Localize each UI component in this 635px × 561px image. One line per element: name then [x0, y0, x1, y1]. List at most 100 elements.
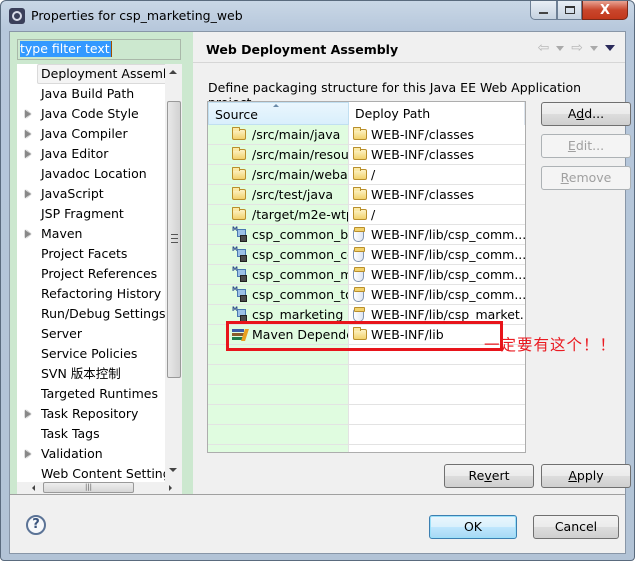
tree-item-label: SVN 版本控制	[41, 366, 121, 381]
deploy-path-text: WEB-INF/lib/csp_market...	[371, 307, 525, 322]
help-icon[interactable]: ?	[26, 515, 46, 535]
tree-item[interactable]: Java Editor	[17, 144, 165, 164]
back-dropdown-icon[interactable]	[556, 45, 565, 51]
source-cell: /src/main/resources	[208, 145, 349, 164]
tree-item[interactable]: Targeted Runtimes	[17, 384, 165, 404]
scroll-up-icon[interactable]	[169, 70, 177, 74]
source-cell: /src/main/webapp	[208, 165, 349, 184]
page-title: Web Deployment Assembly	[206, 42, 399, 57]
tree-item[interactable]: Java Build Path	[17, 84, 165, 104]
apply-mnemonic: A	[568, 468, 577, 483]
empty-cell	[349, 405, 525, 424]
table-row[interactable]: Mcsp_common_tools WEB-INF/lib/csp_comm...	[208, 285, 525, 305]
add-button[interactable]: Add...	[541, 102, 631, 126]
tree-item[interactable]: Project Facets	[17, 244, 165, 264]
tree-item-label: Java Compiler	[41, 126, 128, 141]
tree-item[interactable]: SVN 版本控制	[17, 364, 165, 384]
filter-text: type filter text	[20, 41, 112, 57]
deploy-path-cell: WEB-INF/lib/csp_comm...	[349, 245, 525, 264]
hscroll-thumb[interactable]: |||	[43, 482, 134, 493]
expand-arrow-icon[interactable]	[25, 230, 31, 238]
folder-icon	[353, 147, 367, 160]
source-cell: Mcsp_common_base	[208, 225, 349, 244]
tree-item-label: Maven	[41, 226, 83, 241]
cancel-button[interactable]: Cancel	[533, 515, 619, 539]
tree-item[interactable]: Java Code Style	[17, 104, 165, 124]
expand-arrow-icon[interactable]	[25, 410, 31, 418]
tree-item[interactable]: JSP Fragment	[17, 204, 165, 224]
table-row[interactable]: Mcsp_common_model WEB-INF/lib/csp_comm...	[208, 265, 525, 285]
column-header-deploy-path[interactable]: Deploy Path	[349, 102, 525, 125]
table-row[interactable]: /src/main/resources WEB-INF/classes	[208, 145, 525, 165]
tree-item[interactable]: Run/Debug Settings	[17, 304, 165, 324]
table-row[interactable]: /src/test/java WEB-INF/classes	[208, 185, 525, 205]
expand-arrow-icon[interactable]	[25, 190, 31, 198]
revert-button[interactable]: Revert	[444, 464, 534, 488]
edit-button[interactable]: Edit...	[541, 134, 631, 158]
empty-table-row	[208, 385, 525, 405]
table-row[interactable]: /src/main/java WEB-INF/classes	[208, 125, 525, 145]
source-cell: /target/m2e-wtp/web-resources	[208, 205, 349, 224]
deployment-table: Source Deploy Path /src/main/java WEB-INF…	[207, 101, 526, 453]
tree-item[interactable]: Web Content Settings	[17, 464, 165, 482]
column-header-source[interactable]: Source	[208, 102, 349, 125]
column-header-deploy-label: Deploy Path	[355, 106, 431, 121]
table-row[interactable]: Mcsp_common_core WEB-INF/lib/csp_comm...	[208, 245, 525, 265]
source-cell: /src/test/java	[208, 185, 349, 204]
scroll-down-icon[interactable]	[169, 468, 177, 472]
source-text: csp_marketing_service	[252, 307, 349, 322]
deploy-path-cell: WEB-INF/lib/csp_comm...	[349, 225, 525, 244]
jar-icon	[353, 267, 365, 282]
tree-item-label: Run/Debug Settings	[41, 306, 165, 321]
tree-item[interactable]: Task Repository	[17, 404, 165, 424]
ok-button[interactable]: OK	[429, 515, 517, 539]
deploy-path-cell: /	[349, 165, 525, 184]
empty-cell	[208, 365, 349, 384]
expand-arrow-icon[interactable]	[25, 450, 31, 458]
view-menu-icon[interactable]	[605, 45, 615, 51]
back-arrow-icon[interactable]: ⇦	[538, 41, 550, 55]
expand-arrow-icon[interactable]	[25, 150, 31, 158]
revert-label-pre: Re	[468, 468, 485, 483]
apply-button[interactable]: Apply	[541, 464, 631, 488]
tree-item[interactable]: Service Policies	[17, 344, 165, 364]
tree-item[interactable]: Project References	[17, 264, 165, 284]
tree-item[interactable]: Task Tags	[17, 424, 165, 444]
tree-item[interactable]: JavaScript	[17, 184, 165, 204]
tree-item[interactable]: Refactoring History	[17, 284, 165, 304]
forward-dropdown-icon[interactable]	[590, 45, 598, 51]
scroll-right-icon[interactable]	[169, 485, 172, 491]
folder-icon	[353, 167, 367, 180]
close-button[interactable]: X	[582, 1, 628, 20]
tree-item[interactable]: Validation	[17, 444, 165, 464]
tree-item-label: Task Repository	[41, 406, 139, 421]
expand-arrow-icon[interactable]	[25, 130, 31, 138]
remove-button[interactable]: Remove	[541, 166, 631, 190]
empty-table-row	[208, 405, 525, 425]
jar-icon	[353, 227, 365, 242]
scroll-thumb[interactable]	[167, 101, 181, 378]
deploy-path-text: WEB-INF/classes	[371, 127, 475, 142]
add-mnemonic: d	[576, 106, 585, 121]
forward-arrow-icon[interactable]: ⇨	[571, 41, 583, 55]
expand-arrow-icon[interactable]	[25, 110, 31, 118]
tree-horizontal-scrollbar[interactable]: |||	[17, 482, 182, 494]
title-bar: Properties for csp_marketing_web X	[1, 1, 634, 31]
maximize-button[interactable]	[557, 1, 582, 20]
tree-item[interactable]: Java Compiler	[17, 124, 165, 144]
tree-vertical-scrollbar[interactable]	[165, 64, 182, 482]
table-row[interactable]: /src/main/webapp /	[208, 165, 525, 185]
empty-cell	[349, 425, 525, 444]
scroll-left-icon[interactable]	[32, 485, 35, 491]
tree-item[interactable]: Server	[17, 324, 165, 344]
filter-input[interactable]: type filter text	[17, 39, 181, 60]
tree-item[interactable]: Maven	[17, 224, 165, 244]
tree-item-label: JSP Fragment	[41, 206, 124, 221]
minimize-button[interactable]	[530, 1, 557, 20]
close-icon: X	[599, 2, 611, 18]
tree-item[interactable]: Deployment Assembly	[17, 64, 165, 84]
table-row[interactable]: Mcsp_common_base WEB-INF/lib/csp_comm...	[208, 225, 525, 245]
deploy-path-text: WEB-INF/lib/csp_comm...	[371, 247, 525, 262]
tree-item[interactable]: Javadoc Location	[17, 164, 165, 184]
table-row[interactable]: /target/m2e-wtp/web-resources /	[208, 205, 525, 225]
